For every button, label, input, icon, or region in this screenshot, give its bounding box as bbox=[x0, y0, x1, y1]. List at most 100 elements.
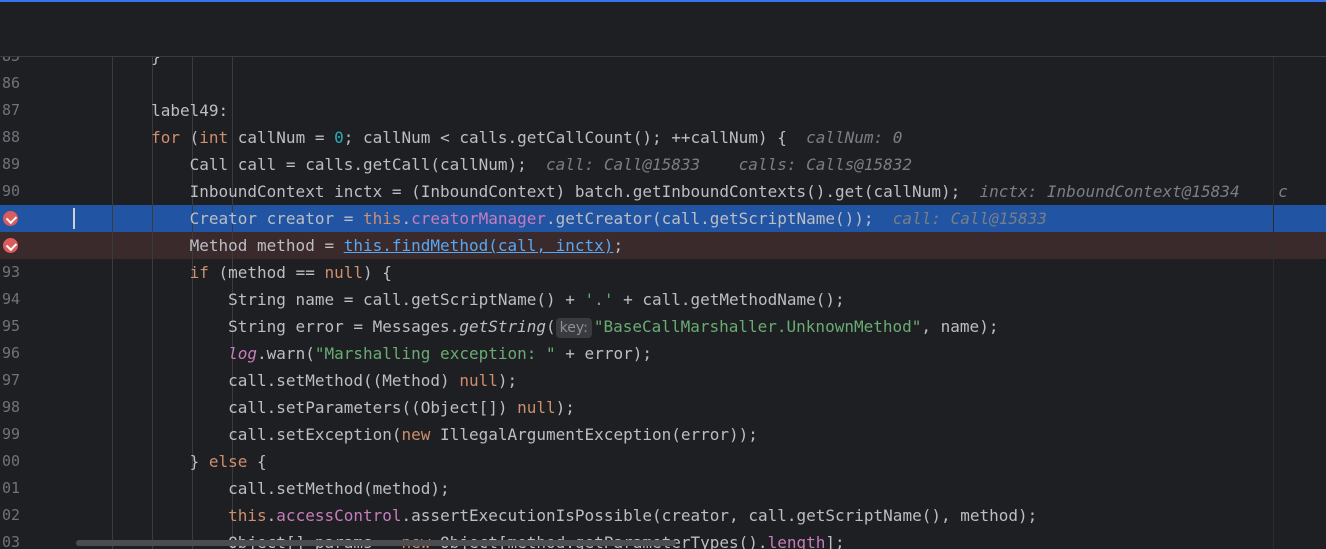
code-token: .warn( bbox=[257, 344, 315, 363]
code-line[interactable]: 88 for (int callNum = 0; callNum < calls… bbox=[0, 124, 1326, 151]
line-number[interactable]: 85 bbox=[0, 57, 42, 70]
code-token: ( bbox=[546, 317, 556, 336]
code-line[interactable]: 97 call.setMethod((Method) null); bbox=[0, 367, 1326, 394]
code-token: ; callNum < calls.getCallCount(); ++call… bbox=[343, 128, 787, 147]
code-token: new bbox=[401, 425, 441, 444]
indent-guide bbox=[192, 70, 193, 97]
breakpoint-icon[interactable] bbox=[3, 238, 18, 253]
code-token: '.' bbox=[584, 290, 614, 309]
code-token: + error); bbox=[555, 344, 652, 363]
line-number[interactable]: 99 bbox=[0, 421, 42, 448]
code-text: for (int callNum = 0; callNum < calls.ge… bbox=[74, 124, 902, 151]
code-token[interactable]: this.findMethod(call, inctx) bbox=[344, 236, 614, 255]
line-number[interactable]: 95 bbox=[0, 313, 42, 340]
code-text: } else { bbox=[74, 448, 267, 475]
line-number[interactable]: 87 bbox=[0, 97, 42, 124]
code-text: InboundContext inctx = (InboundContext) … bbox=[74, 178, 1288, 205]
code-line[interactable]: 00 } else { bbox=[0, 448, 1326, 475]
code-line[interactable]: 90 InboundContext inctx = (InboundContex… bbox=[0, 178, 1326, 205]
line-number[interactable]: 01 bbox=[0, 475, 42, 502]
indent-guide bbox=[232, 57, 233, 70]
code-line[interactable]: 96 log.warn("Marshalling exception: " + … bbox=[0, 340, 1326, 367]
code-text: call.setException(new IllegalArgumentExc… bbox=[74, 421, 758, 448]
code-token: .getCreator(call.getScriptName()); bbox=[546, 209, 874, 228]
code-token: } bbox=[74, 452, 209, 471]
code-editor[interactable]: 85 }8687 label49:88 for (int callNum = 0… bbox=[0, 57, 1326, 549]
code-token: Creator creator = bbox=[74, 209, 363, 228]
line-number[interactable]: 86 bbox=[0, 70, 42, 97]
breakpoint-icon[interactable] bbox=[3, 211, 18, 226]
horizontal-scrollbar[interactable] bbox=[76, 540, 676, 546]
code-token: for bbox=[74, 128, 190, 147]
indent-guide bbox=[232, 70, 233, 97]
code-token: ]; bbox=[825, 533, 845, 549]
line-number[interactable]: 90 bbox=[0, 178, 42, 205]
code-line[interactable]: 98 call.setParameters((Object[]) null); bbox=[0, 394, 1326, 421]
code-token: ); bbox=[497, 371, 518, 390]
code-token: , name); bbox=[921, 317, 999, 336]
code-token: String error = Messages. bbox=[74, 317, 460, 336]
code-text: } bbox=[74, 57, 161, 70]
code-text: log.warn("Marshalling exception: " + err… bbox=[74, 340, 652, 367]
code-token: call.setMethod((Method) bbox=[74, 371, 460, 390]
code-token: call.setException( bbox=[74, 425, 402, 444]
code-line[interactable]: 03 Object[] params = new Object[method.g… bbox=[0, 529, 1326, 549]
code-line[interactable]: 89 Call call = calls.getCall(callNum); c… bbox=[0, 151, 1326, 178]
code-token: (method == bbox=[218, 263, 325, 282]
code-token: accessControl bbox=[276, 506, 402, 525]
code-token: { bbox=[257, 452, 267, 471]
right-margin-guide bbox=[1273, 57, 1274, 549]
code-token: Call call = calls.getCall(callNum); bbox=[74, 155, 527, 174]
code-line[interactable]: 94 String name = call.getScriptName() + … bbox=[0, 286, 1326, 313]
code-token: log bbox=[228, 344, 258, 363]
code-text: label49: bbox=[74, 97, 228, 124]
code-text: String name = call.getScriptName() + '.'… bbox=[74, 286, 845, 313]
code-text: if (method == null) { bbox=[74, 259, 392, 286]
code-line[interactable]: 87 label49: bbox=[0, 97, 1326, 124]
code-text: call.setMethod(method); bbox=[74, 475, 450, 502]
line-number[interactable]: 89 bbox=[0, 151, 42, 178]
sticky-line-class[interactable]: 43 public abstract class BaseCallMarshal… bbox=[0, 2, 1326, 29]
code-line[interactable]: 86 bbox=[0, 70, 1326, 97]
indent-guide bbox=[192, 57, 193, 70]
code-text: String error = Messages.getString(key: "B… bbox=[74, 313, 998, 340]
code-token: "Marshalling exception: " bbox=[314, 344, 556, 363]
line-number[interactable]: 94 bbox=[0, 286, 42, 313]
indent-guide bbox=[112, 70, 113, 97]
parameter-name-hint: key: bbox=[555, 318, 592, 338]
code-token: null bbox=[459, 371, 498, 390]
code-line[interactable]: 95 String error = Messages.getString(key… bbox=[0, 313, 1326, 340]
breakpoint-line[interactable]: Method method = this.findMethod(call, in… bbox=[0, 232, 1326, 259]
line-number[interactable]: 98 bbox=[0, 394, 42, 421]
code-text: Method method = this.findMethod(call, in… bbox=[74, 232, 623, 259]
code-token: ( bbox=[189, 128, 200, 147]
code-token: } bbox=[74, 57, 161, 66]
code-line[interactable]: 93 if (method == null) { bbox=[0, 259, 1326, 286]
code-line[interactable]: 85 } bbox=[0, 57, 1326, 70]
code-text: Creator creator = this.creatorManager.ge… bbox=[74, 205, 1047, 232]
code-token: String name = call.getScriptName() + bbox=[74, 290, 585, 309]
code-token: null bbox=[517, 398, 556, 417]
line-number[interactable]: 00 bbox=[0, 448, 42, 475]
line-number[interactable]: 88 bbox=[0, 124, 42, 151]
debug-inline-value: call: Call@15833 bbox=[873, 209, 1047, 228]
code-line[interactable]: 99 call.setException(new IllegalArgument… bbox=[0, 421, 1326, 448]
code-token: null bbox=[324, 263, 363, 282]
code-text: Object[] params = new Object[method.getP… bbox=[74, 529, 845, 549]
code-token: creatorManager bbox=[411, 209, 547, 228]
current-execution-line[interactable]: Creator creator = this.creatorManager.ge… bbox=[0, 205, 1326, 232]
code-line[interactable]: 02 this.accessControl.assertExecutionIsP… bbox=[0, 502, 1326, 529]
line-number[interactable]: 02 bbox=[0, 502, 42, 529]
code-token: ) { bbox=[363, 263, 392, 282]
code-token: ); bbox=[555, 398, 575, 417]
indent-guide bbox=[152, 70, 153, 97]
line-number[interactable]: 96 bbox=[0, 340, 42, 367]
code-token: IllegalArgumentException(error)); bbox=[440, 425, 758, 444]
line-number[interactable]: 93 bbox=[0, 259, 42, 286]
sticky-line-method[interactable]: 56 public Calls marshallInbound(HttpServ… bbox=[0, 29, 1326, 56]
code-token: else bbox=[208, 452, 258, 471]
code-line[interactable]: 01 call.setMethod(method); bbox=[0, 475, 1326, 502]
line-number[interactable]: 97 bbox=[0, 367, 42, 394]
code-token: "BaseCallMarshaller.UnknownMethod" bbox=[593, 317, 922, 336]
line-number[interactable]: 03 bbox=[0, 529, 42, 549]
